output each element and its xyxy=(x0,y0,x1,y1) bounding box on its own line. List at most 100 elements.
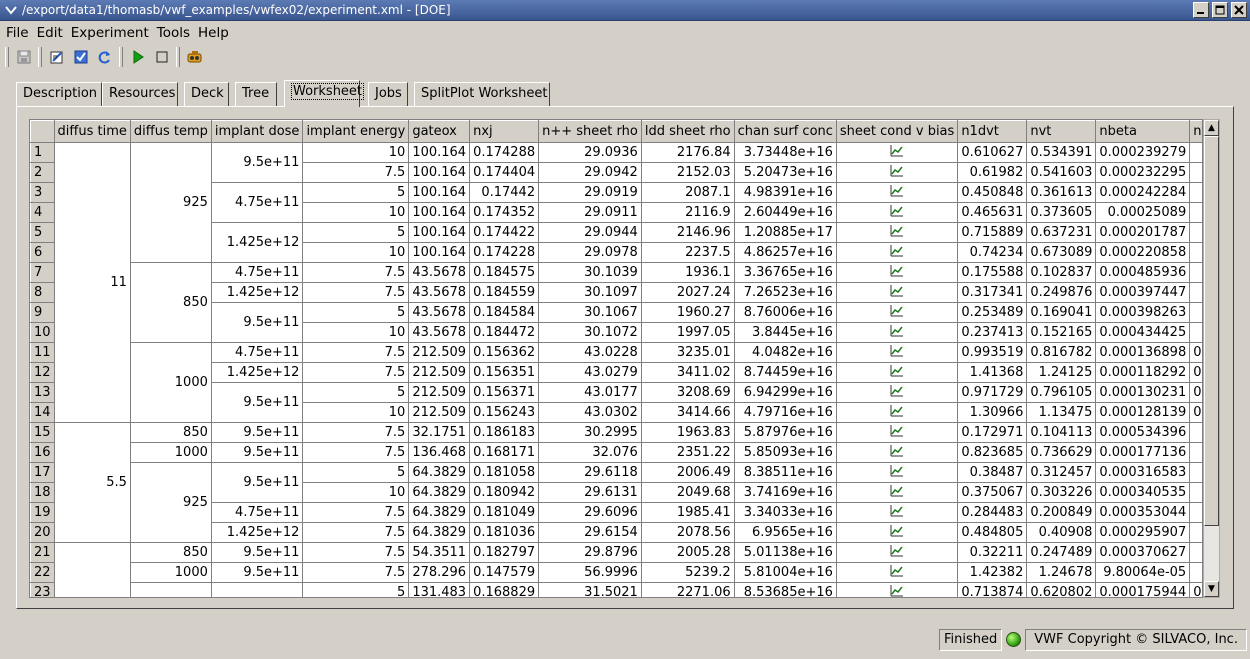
n1dvt-cell[interactable]: 0.713874 xyxy=(957,582,1028,597)
chan-surf-conc-cell[interactable]: 8.38511e+16 xyxy=(733,462,837,483)
n1dvt-cell[interactable]: 0.465631 xyxy=(957,202,1028,223)
n-sheet-rho-cell[interactable]: 43.0279 xyxy=(538,362,642,383)
nvt-cell[interactable]: 0.361613 xyxy=(1026,182,1097,203)
sheet-cond-v-bias-cell[interactable] xyxy=(835,342,959,363)
line-chart-icon[interactable] xyxy=(890,504,904,521)
nbeta-cell[interactable]: 0.000397447 xyxy=(1095,282,1191,303)
row-number[interactable]: 21 xyxy=(30,542,55,563)
sheet-cond-v-bias-cell[interactable] xyxy=(835,382,959,403)
ldd-sheet-rho-cell[interactable]: 2049.68 xyxy=(640,482,735,503)
n1dvt-cell[interactable]: 0.375067 xyxy=(957,482,1028,503)
ntheta-cell[interactable]: 0.106482 xyxy=(1189,442,1202,463)
nvt-cell[interactable]: 0.40908 xyxy=(1026,522,1097,543)
implant-energy-cell[interactable]: 10 xyxy=(302,142,410,163)
run-icon[interactable] xyxy=(127,47,148,68)
column-header[interactable]: n1dvt xyxy=(957,120,1028,143)
nvt-cell[interactable]: 1.13475 xyxy=(1026,402,1097,423)
chan-surf-conc-cell[interactable]: 5.87976e+16 xyxy=(733,422,837,443)
n-sheet-rho-cell[interactable]: 31.5021 xyxy=(538,582,642,597)
implant-energy-cell[interactable]: 7.5 xyxy=(302,502,410,523)
n-sheet-rho-cell[interactable]: 29.6118 xyxy=(538,462,642,483)
sheet-cond-v-bias-cell[interactable] xyxy=(835,262,959,283)
ntheta-cell[interactable]: 0.129263 xyxy=(1189,202,1202,223)
table-row[interactable]: 21 850 9.5e+11 7.5 54.3511 0.182797 29.8796 200… xyxy=(30,542,1202,597)
n-sheet-rho-cell[interactable]: 30.1072 xyxy=(538,322,642,343)
ldd-sheet-rho-cell[interactable]: 1963.83 xyxy=(640,422,735,443)
sheet-cond-v-bias-cell[interactable] xyxy=(835,162,959,183)
sheet-cond-v-bias-cell[interactable] xyxy=(835,582,959,597)
toolbar-grip[interactable] xyxy=(5,47,9,67)
nxj-cell[interactable]: 0.156371 xyxy=(469,382,540,403)
table-row[interactable]: 22 1000 9.5e+11 7.5 278.296 0.147579 56.9996 52… xyxy=(30,562,1202,583)
ntheta-cell[interactable]: 0.061627 xyxy=(1189,562,1202,583)
ntheta-cell[interactable]: 0.0645082 xyxy=(1189,362,1202,383)
n-sheet-rho-cell[interactable]: 29.0936 xyxy=(538,142,642,163)
nxj-cell[interactable]: 0.174404 xyxy=(469,162,540,183)
chan-surf-conc-cell[interactable]: 4.86257e+16 xyxy=(733,242,837,263)
n-sheet-rho-cell[interactable]: 43.0302 xyxy=(538,402,642,423)
gateox-cell[interactable]: 64.3829 xyxy=(408,482,471,503)
line-chart-icon[interactable] xyxy=(890,284,904,301)
column-header[interactable]: sheet cond v bias xyxy=(835,120,959,143)
ldd-sheet-rho-cell[interactable]: 3411.02 xyxy=(640,362,735,383)
nxj-cell[interactable]: 0.181049 xyxy=(469,502,540,523)
row-number[interactable]: 7 xyxy=(30,262,55,283)
chan-surf-conc-cell[interactable]: 7.26523e+16 xyxy=(733,282,837,303)
refresh-icon[interactable] xyxy=(94,47,115,68)
n-sheet-rho-cell[interactable]: 30.1039 xyxy=(538,262,642,283)
chan-surf-conc-cell[interactable]: 3.8445e+16 xyxy=(733,322,837,343)
row-number[interactable]: 13 xyxy=(30,382,55,403)
ldd-sheet-rho-cell[interactable]: 1997.05 xyxy=(640,322,735,343)
nvt-cell[interactable]: 0.637231 xyxy=(1026,222,1097,243)
nbeta-cell[interactable]: 9.80064e-05 xyxy=(1095,562,1191,583)
nvt-cell[interactable]: 0.312457 xyxy=(1026,462,1097,483)
ntheta-cell[interactable]: 0.0723393 xyxy=(1189,342,1202,363)
ntheta-cell[interactable]: 0.125127 xyxy=(1189,182,1202,203)
edit-icon[interactable] xyxy=(46,47,67,68)
toolbar-grip[interactable] xyxy=(119,47,123,67)
nvt-cell[interactable]: 0.247489 xyxy=(1026,542,1097,563)
row-number[interactable]: 20 xyxy=(30,522,55,543)
line-chart-icon[interactable] xyxy=(890,324,904,341)
line-chart-icon[interactable] xyxy=(890,344,904,361)
column-header[interactable]: ntheta xyxy=(1189,120,1202,143)
chan-surf-conc-cell[interactable]: 5.85093e+16 xyxy=(733,442,837,463)
nvt-cell[interactable]: 0.169041 xyxy=(1026,302,1097,323)
nxj-cell[interactable]: 0.181058 xyxy=(469,462,540,483)
nxj-cell[interactable]: 0.156243 xyxy=(469,402,540,423)
nvt-cell[interactable]: 0.673089 xyxy=(1026,242,1097,263)
n1dvt-cell[interactable]: 0.253489 xyxy=(957,302,1028,323)
row-number[interactable]: 16 xyxy=(30,442,55,463)
sheet-cond-v-bias-cell[interactable] xyxy=(835,522,959,543)
ldd-sheet-rho-cell[interactable]: 2087.1 xyxy=(640,182,735,203)
line-chart-icon[interactable] xyxy=(890,204,904,221)
ntheta-cell[interactable]: 0.188994 xyxy=(1189,322,1202,343)
ntheta-cell[interactable]: 0.125884 xyxy=(1189,162,1202,183)
gateox-cell[interactable]: 131.483 xyxy=(408,582,471,597)
gateox-cell[interactable]: 54.3511 xyxy=(408,542,471,563)
implant-dose-cell[interactable]: 9.5e+11 xyxy=(210,142,304,183)
menu-file[interactable]: File xyxy=(2,25,33,41)
ntheta-cell[interactable]: 0.099603 xyxy=(1189,222,1202,243)
nvt-cell[interactable]: 0.796105 xyxy=(1026,382,1097,403)
toolbar-grip[interactable] xyxy=(176,47,180,67)
implant-dose-cell[interactable]: 9.5e+11 xyxy=(210,462,304,503)
chan-surf-conc-cell[interactable]: 8.53685e+16 xyxy=(733,582,837,597)
implant-dose-cell[interactable]: 1.425e+12 xyxy=(210,522,304,543)
sheet-cond-v-bias-cell[interactable] xyxy=(835,182,959,203)
tab-jobs[interactable]: Jobs xyxy=(368,82,408,106)
vertical-scrollbar[interactable]: ▲ ▼ xyxy=(1203,119,1220,598)
nxj-cell[interactable]: 0.174422 xyxy=(469,222,540,243)
line-chart-icon[interactable] xyxy=(890,224,904,241)
n-sheet-rho-cell[interactable]: 30.1097 xyxy=(538,282,642,303)
implant-energy-cell[interactable]: 10 xyxy=(302,322,410,343)
tab-description[interactable]: Description xyxy=(16,82,102,106)
gateox-cell[interactable]: 64.3829 xyxy=(408,462,471,483)
gateox-cell[interactable]: 64.3829 xyxy=(408,502,471,523)
nvt-cell[interactable]: 0.534391 xyxy=(1026,142,1097,163)
chan-surf-conc-cell[interactable]: 1.20885e+17 xyxy=(733,222,837,243)
n1dvt-cell[interactable]: 0.237413 xyxy=(957,322,1028,343)
ldd-sheet-rho-cell[interactable]: 2146.96 xyxy=(640,222,735,243)
implant-dose-cell[interactable]: 9.5e+11 xyxy=(210,562,304,583)
column-header[interactable]: gateox xyxy=(408,120,471,143)
